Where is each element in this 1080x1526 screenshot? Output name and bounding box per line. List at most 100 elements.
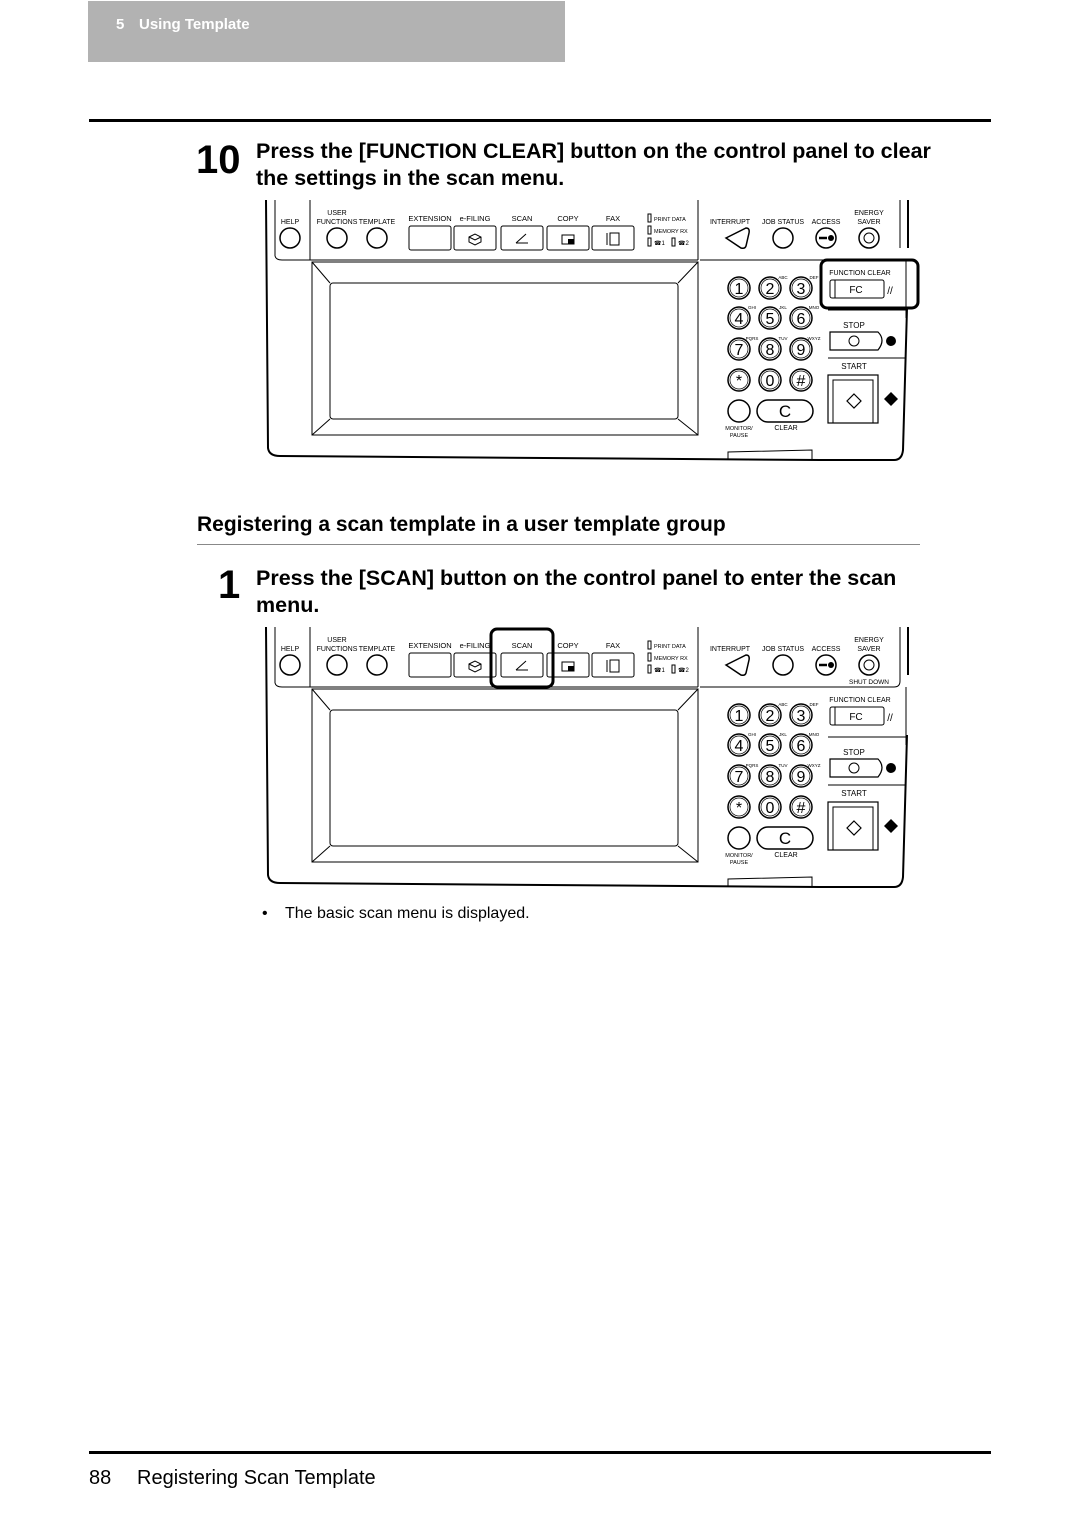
help-label: HELP [281, 219, 300, 226]
key-letters: WXYZ [808, 336, 821, 341]
keypad-key-6: 6MNO [789, 305, 820, 330]
fc-icon: // [887, 286, 893, 297]
step-instruction-line1: Press the [FUNCTION CLEAR] button on the… [256, 139, 931, 163]
template-label: TEMPLATE [359, 646, 396, 653]
efiling-label: e-FILING [460, 214, 491, 223]
start-label: START [841, 362, 867, 371]
line2-led [671, 237, 676, 247]
bezel-corner [311, 845, 331, 863]
key-label: * [736, 800, 742, 817]
line1-led [647, 237, 652, 247]
start-indicator-icon [884, 392, 898, 406]
key-icon [828, 235, 834, 241]
start-button-inner [832, 379, 874, 424]
user-functions-button [326, 227, 348, 249]
keypad-key-5: 5 JKL [758, 305, 787, 330]
key-letters: WXYZ [808, 763, 821, 768]
line2-led [671, 664, 676, 674]
key-label: # [797, 800, 806, 817]
key-letters: PQRS [746, 336, 759, 341]
keypad-key-2: 2ABC [758, 702, 788, 727]
chapter-tab: 5 Using Template [88, 1, 565, 62]
user-functions-label: USER [327, 210, 346, 217]
keypad-key-0: 0 [758, 368, 782, 392]
memory_rx-label: MEMORY RX [654, 656, 688, 662]
line2-label: ☎2 [678, 667, 689, 674]
key-label: 4 [735, 738, 744, 755]
fax-label: FAX [606, 641, 620, 650]
keypad-key-2: 2ABC [758, 275, 788, 300]
energy-saver-label: SAVER [857, 219, 880, 226]
key-letters: ABC [778, 702, 788, 707]
energy-saver-button [858, 654, 880, 676]
function-clear-highlight [819, 258, 920, 310]
line1-label: ☎1 [654, 240, 665, 247]
keypad-key-#: # [789, 795, 813, 819]
keypad-key-7: 7PQRS [727, 763, 758, 788]
scan-button-highlight [489, 627, 555, 689]
user-functions-label: USER [327, 637, 346, 644]
bezel-corner [677, 261, 699, 284]
monitor-pause-button [727, 826, 751, 850]
bezel-corner [311, 418, 331, 436]
fax-button [591, 225, 635, 251]
key-label: 9 [797, 769, 806, 786]
stop-label: STOP [843, 321, 865, 330]
key-icon [828, 662, 834, 668]
key-label: 2 [766, 708, 775, 725]
key-label: * [736, 373, 742, 390]
step-instruction-line1: Press the [SCAN] button on the control p… [256, 566, 897, 590]
fax-button [591, 652, 635, 678]
key-label: 6 [797, 311, 806, 328]
copy-button [546, 225, 590, 251]
touch-screen [329, 282, 679, 420]
start-button [827, 374, 879, 424]
start-indicator-icon [884, 819, 898, 833]
keypad-key-1: 1 [727, 276, 751, 300]
control-panel-illustration-scan: HELP USER FUNCTIONS TEMPLATE EXTENSION e-FILI… [260, 625, 920, 890]
bezel-corner [677, 688, 699, 711]
stop-icon [848, 762, 860, 774]
control-panel-illustration-function-clear: HELP USER FUNCTIONS TEMPLATE EXTENSION e-FILI… [260, 198, 920, 463]
keypad-key-9: 9WXYZ [789, 763, 821, 788]
stop-indicator-icon [886, 336, 896, 346]
keypad-key-3: 3 DEF [789, 702, 819, 727]
panel-top-strip [274, 255, 698, 261]
interrupt-label: INTERRUPT [710, 219, 751, 226]
key-letters: DEF [810, 275, 819, 280]
bezel-corner [677, 845, 699, 863]
key-letters: JKL [779, 305, 787, 310]
copy-label: COPY [557, 641, 578, 650]
help-button [279, 654, 301, 676]
key-letters: TUV [779, 336, 788, 341]
fax-label: FAX [606, 214, 620, 223]
fax-icon [606, 659, 620, 673]
stop-indicator-icon [886, 763, 896, 773]
keypad-key-7: 7PQRS [727, 336, 759, 361]
efiling-icon [468, 660, 482, 673]
stop-label: STOP [843, 748, 865, 757]
fc-icon: // [887, 713, 893, 724]
key-letters: DEF [810, 702, 819, 707]
key-letters: ABC [778, 275, 788, 280]
energy-saver-label: ENERGY [854, 637, 884, 644]
clear-label: CLEAR [774, 852, 797, 859]
keypad-key-5: 5 JKL [758, 732, 787, 757]
extension-label: EXTENSION [408, 214, 451, 223]
interrupt-button [724, 654, 750, 676]
key-letters: TUV [779, 763, 788, 768]
line2-label: ☎2 [678, 240, 689, 247]
key-label: 5 [766, 311, 775, 328]
keypad-key-*: * [727, 795, 751, 819]
key-label: 0 [766, 800, 775, 817]
panel-right-strip [700, 627, 901, 688]
keypad-key-9: 9WXYZ [789, 336, 821, 361]
user-functions-label: FUNCTIONS [317, 646, 358, 653]
start-icon [846, 820, 862, 836]
line1-label: ☎1 [654, 667, 665, 674]
fc-label: FC [849, 285, 862, 296]
print_data-led [647, 640, 652, 650]
energy-saver-icon [863, 659, 875, 671]
memory_rx-led [647, 652, 652, 662]
job-status-label: JOB STATUS [762, 646, 804, 653]
